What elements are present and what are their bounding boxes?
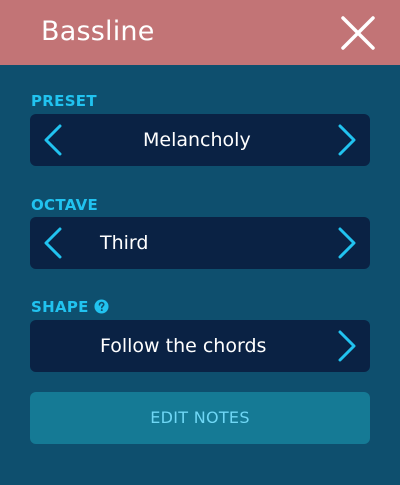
preset-prev-button[interactable] (40, 124, 66, 156)
shape-label: SHAPE (31, 298, 89, 316)
preset-selector: Melancholy (30, 114, 370, 166)
chevron-right-icon (338, 124, 356, 156)
preset-next-button[interactable] (334, 124, 360, 156)
octave-label: OCTAVE (31, 196, 99, 214)
chevron-right-icon (338, 227, 356, 259)
shape-selector: Follow the chords (30, 320, 370, 372)
chevron-left-icon (44, 227, 62, 259)
close-button[interactable] (340, 15, 376, 51)
shape-value: Follow the chords (100, 335, 267, 357)
shape-label-row: SHAPE (31, 298, 109, 316)
help-icon[interactable] (94, 299, 109, 314)
preset-value: Melancholy (143, 129, 251, 151)
chevron-right-icon (338, 330, 356, 362)
panel-title: Bassline (41, 16, 155, 47)
octave-selector: Third (30, 217, 370, 269)
preset-label: PRESET (31, 92, 97, 110)
edit-notes-button[interactable]: EDIT NOTES (30, 392, 370, 444)
chevron-left-icon (44, 124, 62, 156)
octave-value: Third (100, 232, 149, 254)
octave-prev-button[interactable] (40, 227, 66, 259)
bassline-panel: Bassline PRESET Melancholy OCTAVE Third … (0, 0, 400, 485)
close-icon (341, 16, 375, 50)
shape-next-button[interactable] (334, 330, 360, 362)
panel-header: Bassline (0, 0, 400, 65)
octave-next-button[interactable] (334, 227, 360, 259)
